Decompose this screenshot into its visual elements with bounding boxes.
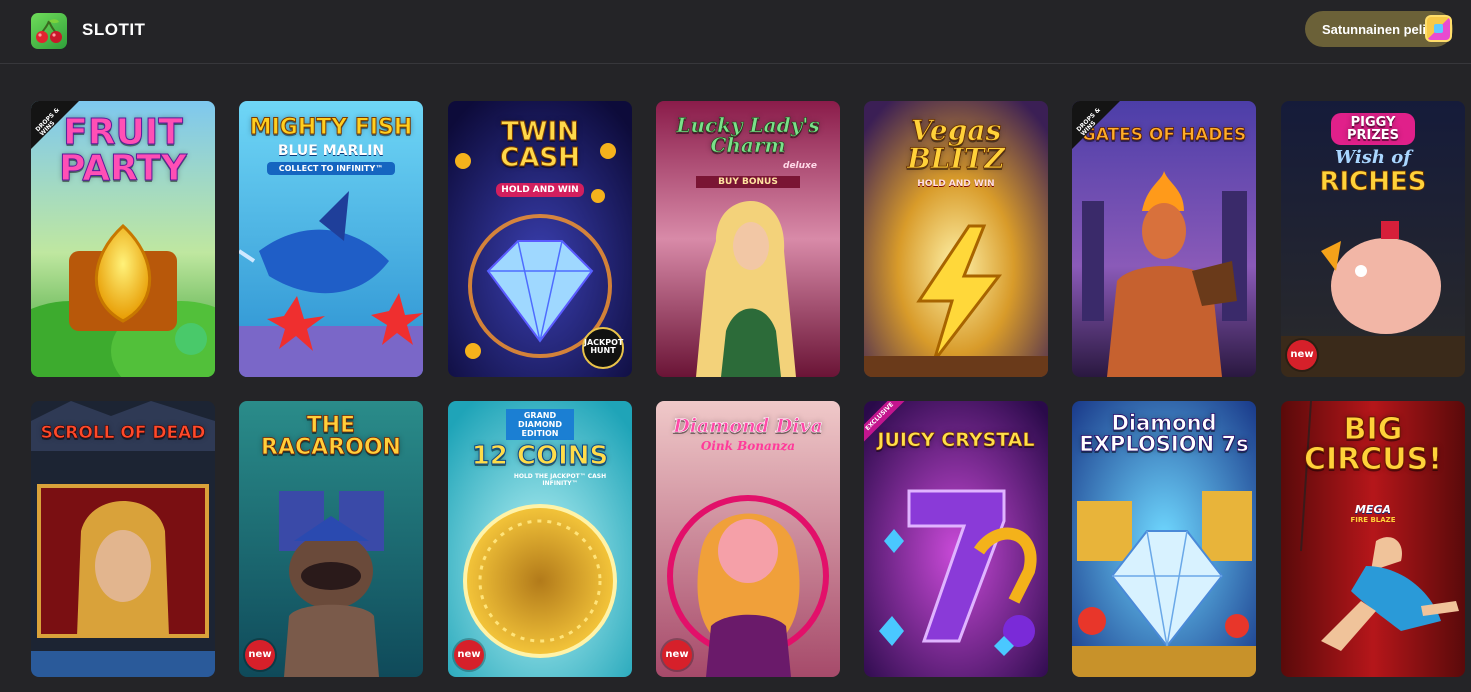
game-tile-piggy-prizes[interactable]: PIGGY PRIZES Wish of RICHES new <box>1281 101 1465 377</box>
game-logo: Diamond Diva <box>673 415 823 437</box>
game-tile-fruit-party[interactable]: FRUIT PARTY DROPS & WINS <box>31 101 215 377</box>
game-logo-sub: Oink Bonanza <box>700 439 796 453</box>
game-logo-sub: Wish of <box>1335 147 1411 168</box>
game-logo-tagline: COLLECT TO INFINITY™ <box>267 162 395 175</box>
game-logo-sub-2: RICHES <box>1319 167 1427 198</box>
game-logo: SCROLL OF DEAD <box>40 423 206 443</box>
game-tile-big-circus[interactable]: BIG CIRCUS! MEGA FIRE BLAZE <box>1281 401 1465 677</box>
cherries-icon <box>31 13 67 49</box>
random-game-button[interactable]: Satunnainen peli <box>1305 11 1453 47</box>
game-logo: TWIN CASH <box>500 117 581 173</box>
new-badge: new <box>245 640 275 670</box>
random-game-label: Satunnainen peli <box>1322 22 1427 37</box>
game-logo: Diamond EXPLOSION 7s <box>1079 411 1249 456</box>
game-tile-scroll-of-dead[interactable]: SCROLL OF DEAD <box>31 401 215 677</box>
section-title: SLOTIT <box>82 20 146 39</box>
game-tile-diamond-diva[interactable]: Diamond Diva Oink Bonanza new <box>656 401 840 677</box>
game-logo-sub: BUY BONUS <box>696 176 800 188</box>
new-badge: new <box>1287 340 1317 370</box>
dice-icon <box>1425 15 1452 42</box>
game-logo-sub: BLUE MARLIN <box>277 143 385 159</box>
game-logo: MIGHTY FISH <box>249 115 413 140</box>
game-logo-sub: HOLD THE JACKPOT™ CASH INFINITY™ <box>513 473 607 487</box>
game-logo-mega: MEGA <box>1354 503 1391 516</box>
game-tile-gates-of-hades[interactable]: GATES OF HADES DROPS & WINS <box>1072 101 1256 377</box>
game-tile-juicy-crystal[interactable]: JUICY CRYSTAL EXCLUSIVE <box>864 401 1048 677</box>
game-logo: THE RACAROON <box>261 413 402 460</box>
game-tile-vegas-blitz[interactable]: Vegas BLITZ HOLD AND WIN <box>864 101 1048 377</box>
new-badge: new <box>662 640 692 670</box>
game-logo: PIGGY PRIZES <box>1331 113 1415 145</box>
game-logo-sub: HOLD AND WIN <box>917 179 995 189</box>
game-tile-12-coins[interactable]: GRAND DIAMOND EDITION 12 COINS HOLD THE … <box>448 401 632 677</box>
game-tile-racaroon[interactable]: THE RACAROON new <box>239 401 423 677</box>
game-tile-diamond-explosion[interactable]: Diamond EXPLOSION 7s <box>1072 401 1256 677</box>
game-logo: JUICY CRYSTAL <box>877 429 1035 451</box>
page-header: SLOTIT Satunnainen peli <box>0 0 1471 64</box>
game-logo: BIG CIRCUS! <box>1304 412 1443 477</box>
game-logo-edition: GRAND DIAMOND EDITION <box>506 409 574 440</box>
game-tile-lucky-ladys-charm[interactable]: Lucky Lady's Charm deluxe BUY BONUS <box>656 101 840 377</box>
game-logo: 12 COINS <box>471 441 609 471</box>
new-badge: new <box>454 640 484 670</box>
game-logo-sub: FIRE BLAZE <box>1350 516 1396 524</box>
game-logo: Vegas BLITZ <box>907 114 1006 175</box>
game-tile-mighty-fish[interactable]: MIGHTY FISH BLUE MARLIN COLLECT TO INFIN… <box>239 101 423 377</box>
game-logo: Lucky Lady's Charm <box>676 113 820 157</box>
jackpot-hunt-badge: JACKPOT HUNT <box>582 327 624 369</box>
game-logo-sub: HOLD AND WIN <box>496 183 584 197</box>
game-tile-twin-cash[interactable]: TWIN CASH HOLD AND WIN JACKPOT HUNT <box>448 101 632 377</box>
game-logo-edition: deluxe <box>783 161 817 171</box>
